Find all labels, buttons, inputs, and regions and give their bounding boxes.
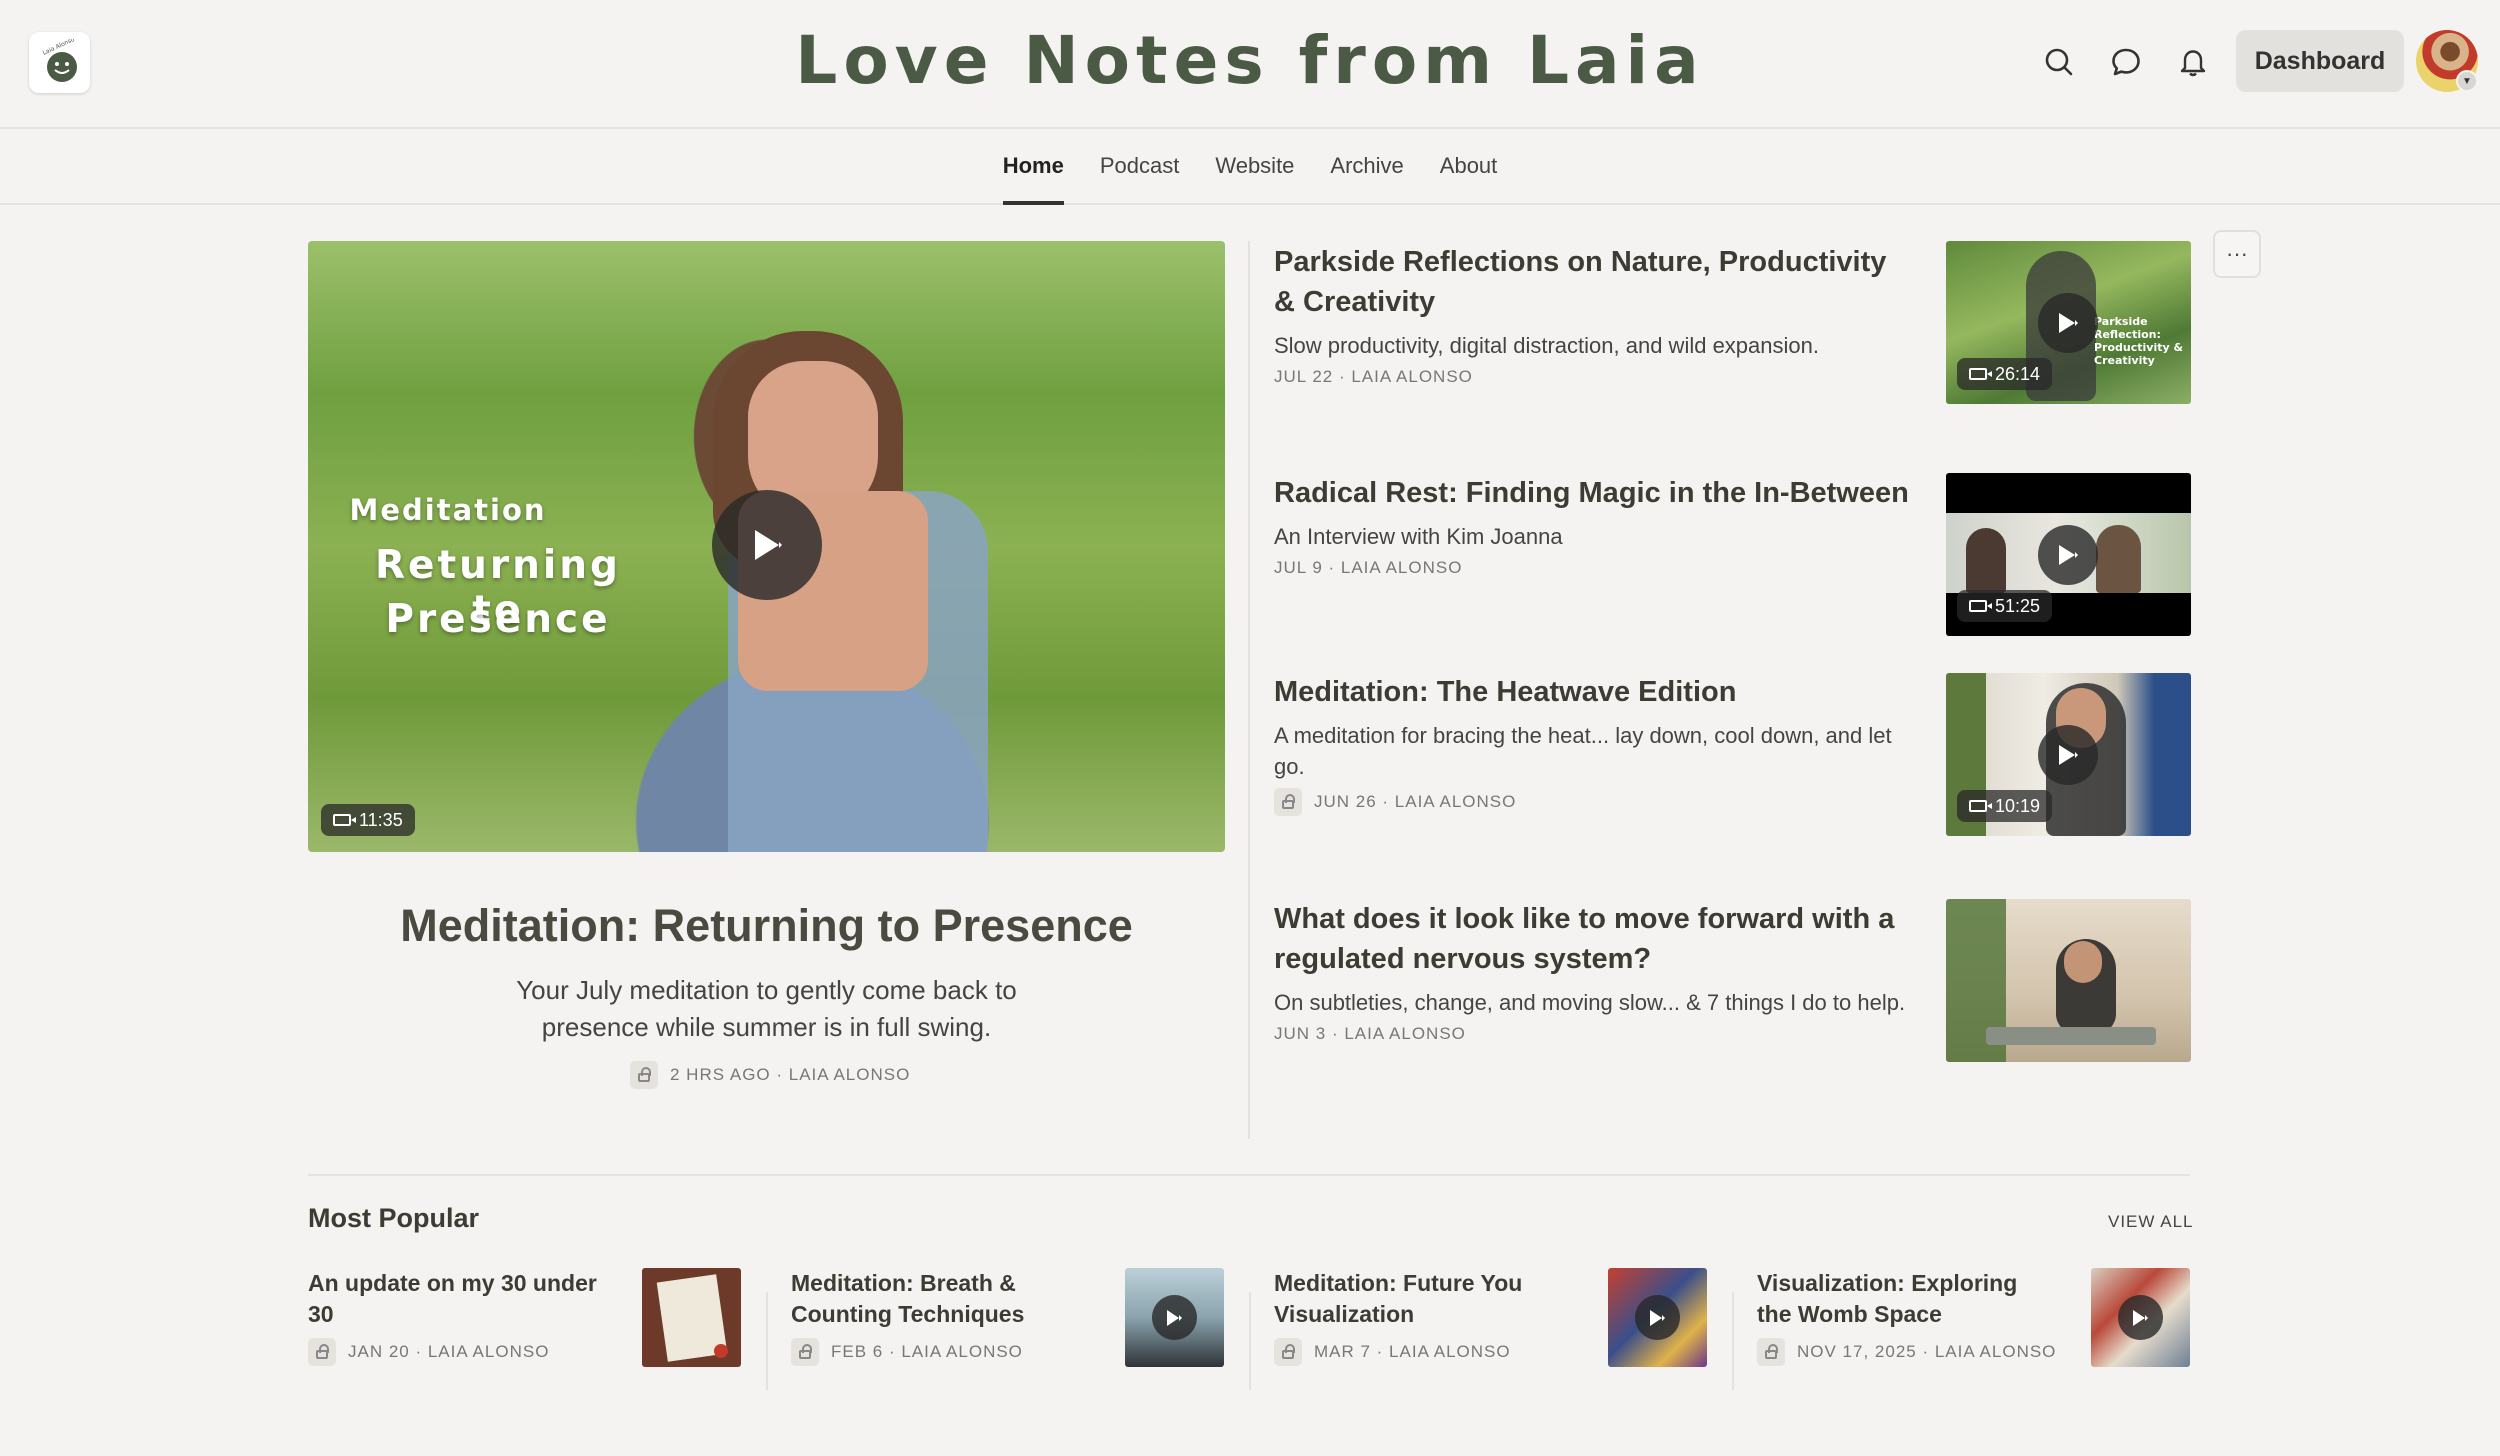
hero-title[interactable]: Meditation: Returning to Presence <box>308 900 1225 952</box>
lock-icon <box>308 1338 336 1366</box>
lock-icon <box>1757 1338 1785 1366</box>
section-divider <box>308 1174 2190 1176</box>
post-meta: JUN 26 · LAIA ALONSO <box>1274 788 1914 816</box>
play-icon[interactable] <box>1635 1295 1680 1340</box>
post-thumbnail[interactable]: Parkside Reflection: Productivity & Crea… <box>1946 241 2191 404</box>
lock-icon <box>1274 788 1302 816</box>
chat-icon[interactable] <box>2104 40 2148 84</box>
play-icon[interactable] <box>712 490 822 600</box>
video-camera-icon <box>333 814 356 826</box>
thumb-person-right <box>2096 525 2141 593</box>
post-meta-text: JUN 26 · LAIA ALONSO <box>1314 792 1517 811</box>
hero-video-thumbnail[interactable]: Meditation Returning to Presence 11:35 <box>308 241 1225 852</box>
popular-meta-text: FEB 6 · LAIA ALONSO <box>831 1342 1023 1361</box>
more-options-button[interactable]: ··· <box>2213 230 2261 278</box>
thumb-overlay-text: Parkside Reflection: Productivity & Crea… <box>2094 315 2184 367</box>
duration-badge: 11:35 <box>321 804 415 836</box>
bell-icon[interactable] <box>2171 40 2215 84</box>
video-camera-icon <box>1969 368 1992 380</box>
view-all-link[interactable]: VIEW ALL <box>2108 1212 2193 1232</box>
duration-badge: 51:25 <box>1957 590 2053 622</box>
play-icon[interactable] <box>2038 725 2098 785</box>
duration-text: 11:35 <box>359 809 403 830</box>
post-meta: JUN 3 · LAIA ALONSO <box>1274 1024 1466 1043</box>
lock-icon <box>630 1061 658 1089</box>
popular-thumbnail[interactable] <box>642 1268 741 1367</box>
thumb-mat <box>1986 1027 2156 1045</box>
popular-item-title[interactable]: Meditation: Future You Visualization <box>1274 1268 1574 1330</box>
popular-meta-text: JAN 20 · LAIA ALONSO <box>348 1342 550 1361</box>
dashboard-button[interactable]: Dashboard <box>2236 30 2404 92</box>
nav-item-archive[interactable]: Archive <box>1312 131 1421 203</box>
nav-item-website[interactable]: Website <box>1197 131 1312 203</box>
column-divider <box>1248 241 1250 1139</box>
post-meta: JUL 22 · LAIA ALONSO <box>1274 367 1473 386</box>
popular-meta-text: MAR 7 · LAIA ALONSO <box>1314 1342 1511 1361</box>
hero-overlay-line3: Presence <box>385 597 611 642</box>
duration-badge: 26:14 <box>1957 358 2053 390</box>
main-nav: Home Podcast Website Archive About <box>0 131 2500 205</box>
nav-item-home[interactable]: Home <box>985 131 1082 205</box>
duration-text: 10:19 <box>1995 795 2041 816</box>
post-subtitle: A meditation for bracing the heat... lay… <box>1274 723 1892 779</box>
popular-item-title[interactable]: Meditation: Breath & Counting Techniques <box>791 1268 1091 1330</box>
thumb-person-left <box>1966 528 2006 593</box>
duration-badge: 10:19 <box>1957 790 2053 822</box>
play-icon[interactable] <box>1152 1295 1197 1340</box>
chevron-down-icon[interactable]: ▼ <box>2456 70 2478 92</box>
post-subtitle: Slow productivity, digital distraction, … <box>1274 333 1819 358</box>
search-icon[interactable] <box>2037 40 2081 84</box>
popular-divider <box>766 1292 768 1390</box>
post-title[interactable]: Parkside Reflections on Nature, Producti… <box>1274 242 1914 322</box>
play-icon[interactable] <box>2038 293 2098 353</box>
post-title[interactable]: Meditation: The Heatwave Edition <box>1274 672 1914 712</box>
popular-thumbnail[interactable] <box>2091 1268 2190 1367</box>
most-popular-heading: Most Popular <box>308 1203 480 1233</box>
thumb-face <box>2064 941 2102 983</box>
thumb-rose <box>714 1344 728 1358</box>
post-thumbnail[interactable] <box>1946 899 2191 1062</box>
video-camera-icon <box>1969 800 1992 812</box>
post-item[interactable]: Meditation: The Heatwave Edition A medit… <box>1274 672 1914 816</box>
hero-subtitle: Your July meditation to gently come back… <box>516 975 1017 1042</box>
hero-overlay-line1: Meditation <box>349 493 547 527</box>
post-thumbnail[interactable]: 10:19 <box>1946 673 2191 836</box>
popular-item-title[interactable]: An update on my 30 under 30 <box>308 1268 608 1330</box>
post-item[interactable]: Radical Rest: Finding Magic in the In-Be… <box>1274 473 1914 578</box>
hero-meta-text: 2 HRS AGO · LAIA ALONSO <box>670 1065 911 1084</box>
lock-icon <box>1274 1338 1302 1366</box>
post-meta: JUL 9 · LAIA ALONSO <box>1274 558 1463 577</box>
duration-text: 26:14 <box>1995 363 2041 384</box>
post-thumbnail[interactable]: 51:25 <box>1946 473 2191 636</box>
post-item[interactable]: What does it look like to move forward w… <box>1274 899 1914 1044</box>
lock-icon <box>791 1338 819 1366</box>
popular-divider <box>1249 1292 1251 1390</box>
duration-text: 51:25 <box>1995 595 2041 616</box>
popular-divider <box>1732 1292 1734 1390</box>
popular-thumbnail[interactable] <box>1125 1268 1224 1367</box>
play-icon[interactable] <box>2118 1295 2163 1340</box>
video-camera-icon <box>1969 600 1992 612</box>
hero-meta: 2 HRS AGO · LAIA ALONSO <box>630 1061 910 1089</box>
popular-thumbnail[interactable] <box>1608 1268 1707 1367</box>
post-title[interactable]: Radical Rest: Finding Magic in the In-Be… <box>1274 473 1914 513</box>
nav-item-about[interactable]: About <box>1422 131 1516 203</box>
post-subtitle: On subtleties, change, and moving slow..… <box>1274 990 1906 1015</box>
post-subtitle: An Interview with Kim Joanna <box>1274 524 1563 549</box>
popular-meta-text: NOV 17, 2025 · LAIA ALONSO <box>1797 1342 2057 1361</box>
post-title[interactable]: What does it look like to move forward w… <box>1274 899 1914 979</box>
top-bar: Laia Alonso Love Notes from Laia Dashboa… <box>0 0 2500 129</box>
nav-item-podcast[interactable]: Podcast <box>1082 131 1198 203</box>
play-icon[interactable] <box>2038 525 2098 585</box>
post-item[interactable]: Parkside Reflections on Nature, Producti… <box>1274 242 1914 387</box>
popular-item-title[interactable]: Visualization: Exploring the Womb Space <box>1757 1268 2057 1330</box>
